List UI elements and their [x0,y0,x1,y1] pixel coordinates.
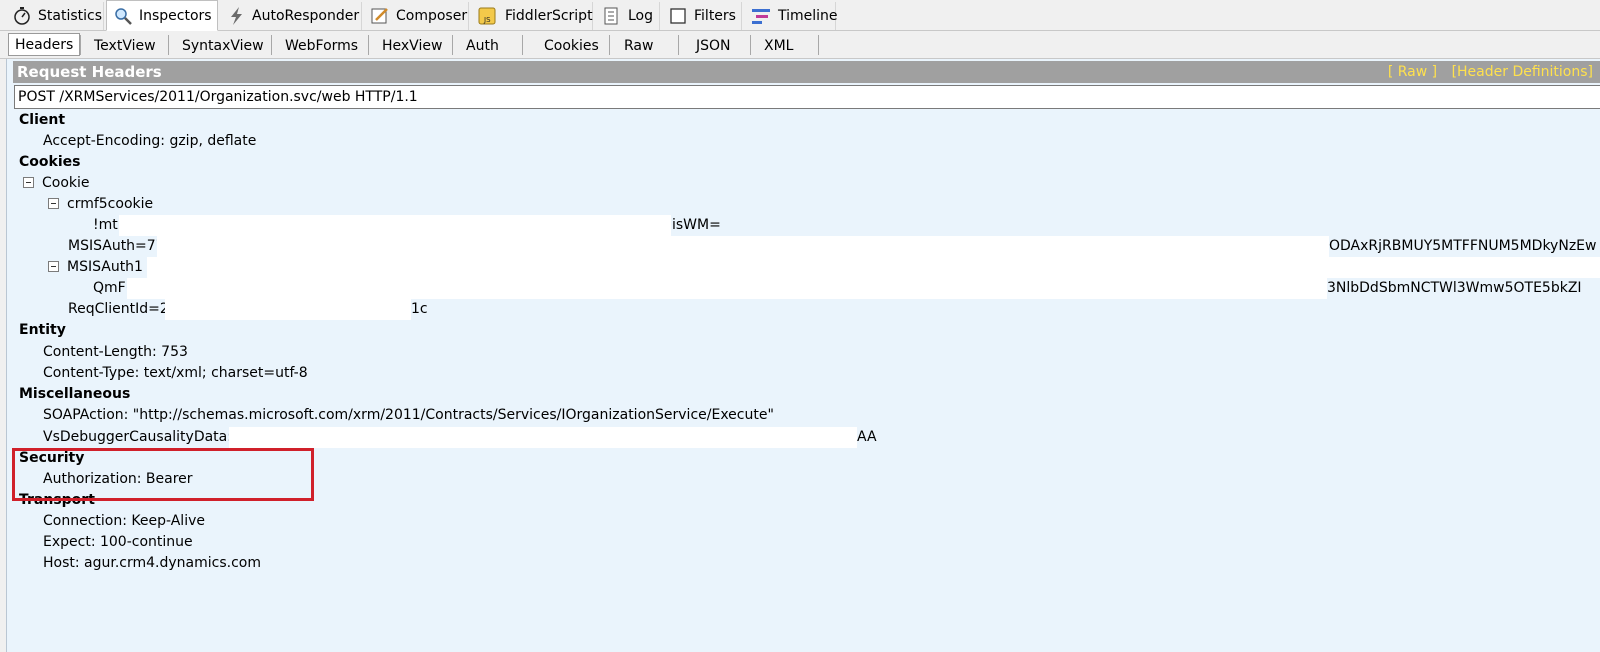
lightning-icon [228,5,246,27]
msisauth-end[interactable]: ODAxRjRBMUY5MTFFNUM5MDkyNzEw [1329,236,1600,257]
tab-label: Statistics [38,8,102,24]
script-icon: JS [477,5,499,27]
tab-log[interactable]: Log [595,2,660,30]
subtab-webforms[interactable]: WebForms [279,34,364,57]
tab-filters[interactable]: Filters [662,2,742,30]
subtab-syntaxview[interactable]: SyntaxView [176,34,270,57]
header-vsdebugger-end[interactable]: AA [857,427,877,448]
cookie-label: Cookie [42,175,90,191]
tab-divider [750,35,751,55]
sub-tab-bar: Headers TextView SyntaxView WebForms Hex… [0,31,1600,59]
stopwatch-icon [12,5,32,27]
tab-statistics[interactable]: Statistics [6,2,104,30]
tab-divider [818,35,819,55]
crmf5cookie-value-start[interactable]: !mt [93,215,118,236]
tab-autoresponder[interactable]: AutoResponder [222,2,362,30]
redaction-block [147,257,1600,278]
header-soapaction[interactable]: SOAPAction: "http://schemas.microsoft.co… [43,405,774,426]
reqclientid-start[interactable]: ReqClientId=2a [68,299,177,320]
security-highlight-box [12,448,314,501]
tab-label: Log [627,8,653,24]
svg-text:JS: JS [483,16,491,24]
msisauth1-label: MSISAuth1 [67,259,143,275]
redaction-block [229,427,857,448]
request-headers-header: Request Headers [ Raw ] [Header Definiti… [13,61,1600,83]
subtab-auth[interactable]: Auth [460,34,505,57]
log-icon [601,5,622,27]
group-client[interactable]: Client [19,110,65,131]
redaction-block [157,236,1329,257]
subtab-xml[interactable]: XML [758,34,799,57]
header-vsdebugger-start[interactable]: VsDebuggerCausalityData: uII [43,427,254,448]
group-cookies[interactable]: Cookies [19,152,80,173]
subtab-json[interactable]: JSON [690,34,737,57]
subtab-hexview[interactable]: HexView [376,34,448,57]
request-headers-title: Request Headers [17,63,162,81]
cookie-node[interactable]: Cookie [23,173,90,194]
crmf5cookie-label: crmf5cookie [67,196,154,212]
collapse-icon[interactable] [48,198,59,209]
msisauth1-node[interactable]: MSISAuth1 [48,257,143,278]
tab-divider [609,35,610,55]
header-accept-encoding[interactable]: Accept-Encoding: gzip, deflate [43,131,256,152]
header-content-length[interactable]: Content-Length: 753 [43,342,188,363]
header-links: [ Raw ] [Header Definitions] [1378,61,1593,83]
tab-divider [368,35,369,55]
tab-label: Filters [694,8,736,24]
header-host[interactable]: Host: agur.crm4.dynamics.com [43,553,261,574]
tab-label: AutoResponder [252,8,360,24]
subtab-textview[interactable]: TextView [88,34,162,57]
inspector-tab-bar: Statistics Inspectors AutoResponder Comp… [0,0,1600,31]
subtab-cookies[interactable]: Cookies [538,34,605,57]
pencil-icon [370,5,390,27]
crmf5cookie-value-end[interactable]: isWM= [672,215,721,236]
headers-panel: Request Headers [ Raw ] [Header Definiti… [6,59,1600,652]
tab-timeline[interactable]: Timeline [744,2,838,30]
tab-divider [80,35,81,55]
request-line[interactable]: POST /XRMServices/2011/Organization.svc/… [14,85,1600,109]
msisauth1-value-start[interactable]: QmF( [93,278,131,299]
header-content-type[interactable]: Content-Type: text/xml; charset=utf-8 [43,363,308,384]
subtab-raw[interactable]: Raw [618,34,659,57]
tab-divider [678,35,679,55]
redaction-block [119,215,671,236]
reqclientid-end[interactable]: 1c [411,299,428,320]
msisauth-start[interactable]: MSISAuth=77 [68,236,165,257]
header-definitions-link[interactable]: [Header Definitions] [1452,64,1593,80]
tab-divider [168,35,169,55]
redaction-block [165,299,411,320]
header-connection[interactable]: Connection: Keep-Alive [43,511,205,532]
group-miscellaneous[interactable]: Miscellaneous [19,384,130,405]
tab-divider [452,35,453,55]
raw-link[interactable]: [ Raw ] [1388,64,1437,80]
tab-divider [522,35,523,55]
subtab-headers[interactable]: Headers [8,33,81,56]
tab-label: FiddlerScript [505,8,593,24]
header-expect[interactable]: Expect: 100-continue [43,532,193,553]
tab-label: Timeline [778,8,838,24]
timeline-icon [750,5,772,27]
group-entity[interactable]: Entity [19,320,66,341]
tab-label: Inspectors [139,7,212,24]
collapse-icon[interactable] [23,177,34,188]
tab-composer[interactable]: Composer [364,2,469,30]
tab-divider [271,35,272,55]
tab-fiddlerscript[interactable]: JS FiddlerScript [471,2,593,30]
magnifier-icon [113,5,133,27]
msisauth1-value-end[interactable]: 3NlbDdSbmNCTWl3Wmw5OTE5bkZI [1327,278,1600,299]
tab-label: Composer [396,8,468,24]
crmf5cookie-node[interactable]: crmf5cookie [48,194,153,215]
redaction-block [127,278,1327,299]
checkbox-icon [668,5,688,27]
tab-inspectors[interactable]: Inspectors [106,0,218,31]
collapse-icon[interactable] [48,261,59,272]
